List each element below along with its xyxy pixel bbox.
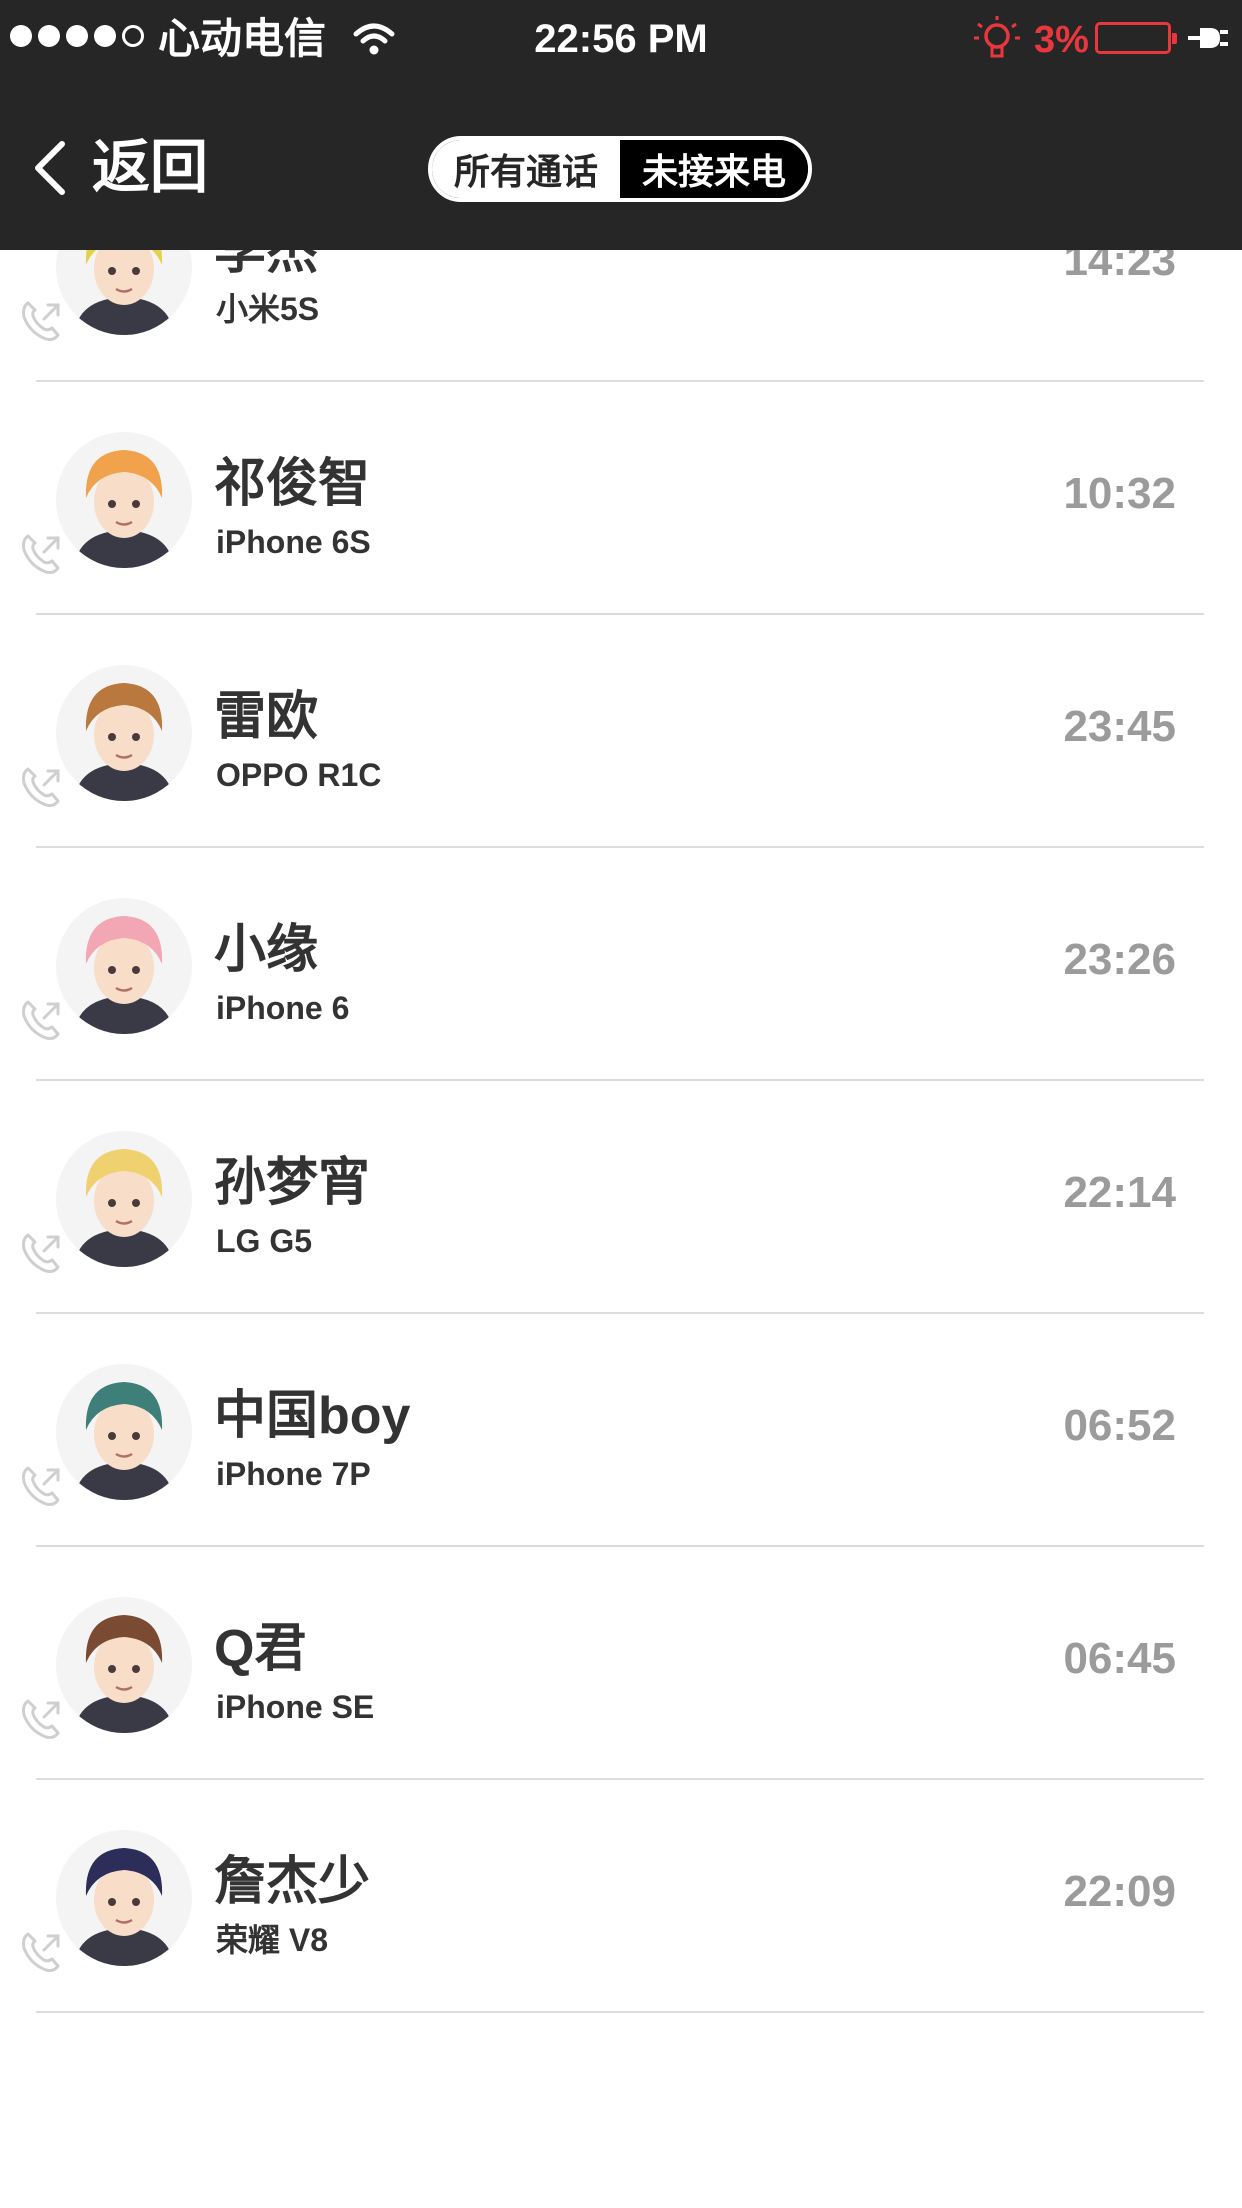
phone-incoming-icon <box>22 767 60 807</box>
contact-name: 孙梦宵 <box>214 1154 371 1212</box>
avatar <box>56 1364 192 1500</box>
lightbulb-icon <box>974 16 1020 58</box>
call-list-item[interactable]: 孙梦宵 LG G5 22:14 <box>0 1081 1242 1314</box>
contact-name: 雷欧 <box>214 688 319 746</box>
avatar <box>56 898 192 1034</box>
call-time: 06:45 <box>1063 1634 1176 1683</box>
call-time: 22:14 <box>1063 1168 1176 1217</box>
contact-name: Q君 <box>214 1620 307 1678</box>
contact-name: 祁俊智 <box>214 455 371 513</box>
call-list-item[interactable]: 小缘 iPhone 6 23:26 <box>0 848 1242 1081</box>
phone-incoming-icon <box>22 301 60 341</box>
phone-incoming-icon <box>22 1000 60 1040</box>
avatar <box>56 432 192 568</box>
avatar <box>56 665 192 801</box>
phone-incoming-icon <box>22 1699 60 1739</box>
chevron-left-icon <box>35 141 65 195</box>
device-name: iPhone 6S <box>216 524 371 560</box>
device-name: iPhone 7P <box>216 1456 371 1492</box>
call-list-item[interactable]: 祁俊智 iPhone 6S 10:32 <box>0 382 1242 615</box>
call-time: 22:09 <box>1063 1867 1176 1916</box>
phone-incoming-icon <box>22 1233 60 1273</box>
contact-name: 小缘 <box>214 921 319 979</box>
back-button[interactable]: 返回 <box>30 130 208 206</box>
phone-incoming-icon <box>22 534 60 574</box>
battery-percentage: 3% <box>1034 19 1089 61</box>
call-time: 06:52 <box>1063 1401 1176 1450</box>
call-list-item[interactable]: 詹杰少荣耀 V8 22:09 <box>0 1780 1242 2013</box>
call-list-item[interactable]: 雷欧 OPPO R1C 23:45 <box>0 615 1242 848</box>
plug-icon <box>1188 28 1228 48</box>
segment-missed-calls[interactable]: 未接来电 <box>620 140 808 198</box>
battery-icon <box>1095 22 1177 54</box>
contact-name: 詹杰少 <box>214 1853 371 1911</box>
segment-all-calls[interactable]: 所有通话 <box>432 140 620 198</box>
call-time: 23:45 <box>1063 702 1176 751</box>
device-name: LG G5 <box>216 1223 313 1259</box>
header-bar: 心动电信 22:56 PM 3% 返回 所有通话 未接来电 <box>0 0 1242 250</box>
contact-name: 中国boy <box>214 1387 411 1445</box>
device-name: iPhone 6 <box>216 990 350 1026</box>
call-filter-segmented-control: 所有通话 未接来电 <box>428 136 812 202</box>
back-label: 返回 <box>92 135 209 200</box>
status-bar: 心动电信 22:56 PM 3% <box>0 0 1242 78</box>
device-name: OPPO R1C <box>216 757 382 793</box>
call-time: 23:26 <box>1063 935 1176 984</box>
call-list: iPhone 6S李杰小米5S14:23祁俊智iPhone 6S10:32雷欧O… <box>0 0 1242 2013</box>
call-list-item[interactable]: Q君 iPhone SE 06:45 <box>0 1547 1242 1780</box>
device-name: 荣耀 V8 <box>216 1922 329 1958</box>
phone-incoming-icon <box>22 1466 60 1506</box>
call-list-item[interactable]: 中国boy iPhone 7P 06:52 <box>0 1314 1242 1547</box>
device-name: 小米5S <box>216 291 320 327</box>
device-name: iPhone SE <box>216 1689 375 1725</box>
avatar <box>56 1597 192 1733</box>
call-time: 10:32 <box>1063 469 1176 518</box>
avatar <box>56 1131 192 1267</box>
phone-incoming-icon <box>22 1932 60 1972</box>
avatar <box>56 1830 192 1966</box>
